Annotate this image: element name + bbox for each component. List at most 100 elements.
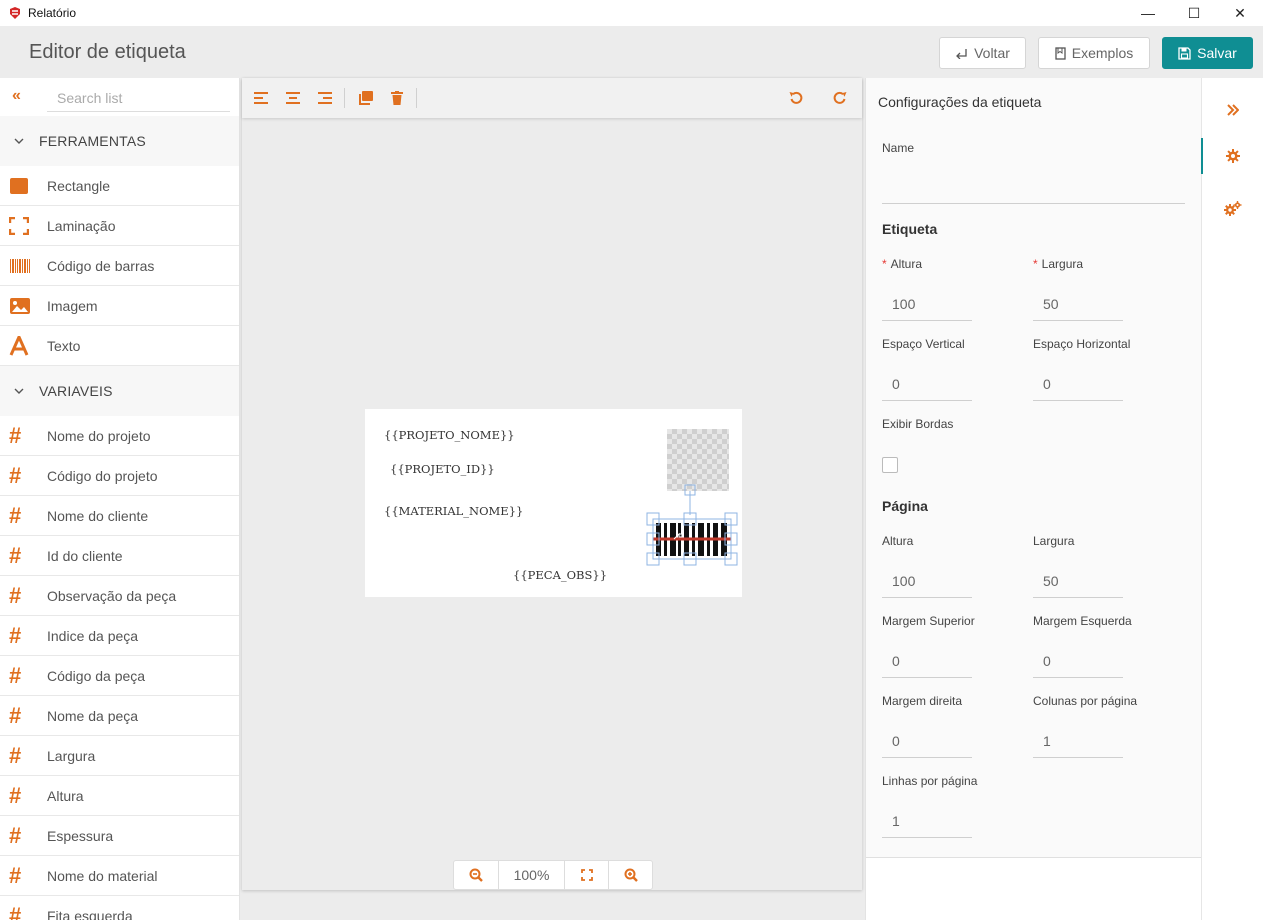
variable-label: Observação da peça: [47, 587, 177, 604]
tool-image[interactable]: Imagem: [0, 286, 239, 326]
close-window-button[interactable]: ✕: [1217, 0, 1263, 26]
search-input[interactable]: [47, 84, 230, 112]
largura-field[interactable]: 50: [1033, 287, 1123, 321]
maximize-button[interactable]: ☐: [1171, 0, 1217, 26]
collapse-sidebar-icon[interactable]: «: [12, 87, 21, 105]
hash-icon: #: [9, 902, 22, 920]
variable-label: Id do cliente: [47, 547, 123, 564]
hash-icon: #: [9, 422, 22, 448]
variable-label: Código da peça: [47, 667, 146, 684]
espaco-vertical-field[interactable]: 0: [882, 367, 972, 401]
back-label: Voltar: [974, 45, 1010, 61]
pagina-altura-field[interactable]: 100: [882, 564, 972, 598]
pagina-largura-label: Largura: [1033, 534, 1075, 548]
hash-icon: #: [9, 862, 22, 888]
settings-gear-icon[interactable]: [1202, 136, 1263, 176]
save-label: Salvar: [1197, 45, 1237, 61]
pagina-largura-field[interactable]: 50: [1033, 564, 1123, 598]
tool-barcode[interactable]: Código de barras: [0, 246, 239, 286]
tools-sidebar: « FERRAMENTAS Rectangle Laminação Código…: [0, 78, 240, 920]
largura-label: * Largura: [1033, 257, 1084, 271]
variable-item[interactable]: # Código do projeto: [0, 456, 239, 496]
variable-item[interactable]: # Largura: [0, 736, 239, 776]
variable-label: Código do projeto: [47, 467, 158, 484]
expand-panel-icon[interactable]: [1202, 90, 1263, 130]
hash-icon: #: [9, 822, 22, 848]
linhas-field[interactable]: 1: [882, 804, 972, 838]
fullscreen-icon: [580, 869, 593, 881]
exibir-bordas-checkbox[interactable]: [882, 457, 898, 473]
text-element-peca-obs[interactable]: {{PECA_OBS}}: [513, 568, 607, 582]
variable-item[interactable]: # Nome do cliente: [0, 496, 239, 536]
required-mark: *: [1033, 257, 1038, 271]
zoom-in-button[interactable]: [609, 861, 652, 889]
tool-rectangle[interactable]: Rectangle: [0, 166, 239, 206]
canvas-area: {{PROJETO_NOME}} {{PROJETO_ID}} {{MATERI…: [240, 78, 865, 920]
pagina-altura-label: Altura: [882, 534, 914, 548]
variable-label: Altura: [47, 787, 84, 804]
zoom-out-icon: [469, 868, 483, 882]
section-variaveis[interactable]: VARIAVEIS: [0, 366, 239, 416]
hash-icon: #: [9, 542, 22, 568]
variable-item[interactable]: # Nome do material: [0, 856, 239, 896]
margem-esquerda-label: Margem Esquerda: [1033, 614, 1132, 628]
image-icon: [0, 297, 47, 315]
text-element-projeto-id[interactable]: {{PROJETO_ID}}: [390, 462, 495, 476]
fit-screen-button[interactable]: [565, 861, 609, 889]
window-title: Relatório: [28, 6, 77, 20]
variable-label: Largura: [47, 747, 96, 764]
text-element-material-nome[interactable]: {{MATERIAL_NOME}}: [384, 504, 523, 518]
section-label: VARIAVEIS: [39, 383, 113, 399]
variable-item[interactable]: # Nome da peça: [0, 696, 239, 736]
minimize-button[interactable]: —: [1125, 0, 1171, 26]
duplicate-icon[interactable]: [355, 88, 375, 108]
variable-item[interactable]: # Código da peça: [0, 656, 239, 696]
espaco-horizontal-field[interactable]: 0: [1033, 367, 1123, 401]
linhas-label: Linhas por página: [882, 774, 978, 788]
align-center-icon[interactable]: [283, 88, 303, 108]
variable-item[interactable]: # Nome do projeto: [0, 416, 239, 456]
margem-direita-label: Margem direita: [882, 694, 963, 708]
section-ferramentas[interactable]: FERRAMENTAS: [0, 116, 239, 166]
text-element-projeto-nome[interactable]: {{PROJETO_NOME}}: [384, 428, 515, 442]
altura-field[interactable]: 100: [882, 287, 972, 321]
zoom-controls: 100%: [453, 860, 653, 890]
colunas-field[interactable]: 1: [1033, 724, 1123, 758]
pagina-section-title: Página: [882, 498, 928, 514]
back-button[interactable]: Voltar: [939, 37, 1026, 69]
variable-item[interactable]: # Indice da peça: [0, 616, 239, 656]
delete-icon[interactable]: [387, 88, 407, 108]
variable-item[interactable]: # Observação da peça: [0, 576, 239, 616]
label-preview[interactable]: {{PROJETO_NOME}} {{PROJETO_ID}} {{MATERI…: [365, 409, 742, 597]
zoom-out-button[interactable]: [454, 861, 499, 889]
variable-item[interactable]: # Fita esquerda: [0, 896, 239, 920]
variable-item[interactable]: # Altura: [0, 776, 239, 816]
variable-label: Nome da peça: [47, 707, 139, 724]
app-logo-icon: [10, 7, 20, 19]
tool-label: Código de barras: [47, 257, 155, 274]
examples-button[interactable]: Exemplos: [1038, 37, 1150, 69]
variable-label: Nome do material: [47, 867, 158, 884]
margem-superior-field[interactable]: 0: [882, 644, 972, 678]
variable-label: Espessura: [47, 827, 114, 844]
tool-text[interactable]: Texto: [0, 326, 239, 366]
hash-icon: #: [9, 702, 22, 728]
selected-barcode-element[interactable]: [643, 471, 739, 571]
advanced-settings-gears-icon[interactable]: [1202, 189, 1263, 229]
variable-item[interactable]: # Espessura: [0, 816, 239, 856]
margem-esquerda-field[interactable]: 0: [1033, 644, 1123, 678]
save-button[interactable]: Salvar: [1162, 37, 1253, 69]
espaco-horizontal-label: Espaço Horizontal: [1033, 337, 1131, 351]
align-left-icon[interactable]: [251, 88, 271, 108]
tool-lamination[interactable]: Laminação: [0, 206, 239, 246]
barcode-icon: [0, 257, 47, 275]
align-right-icon[interactable]: [315, 88, 335, 108]
undo-icon[interactable]: [786, 88, 806, 108]
margem-direita-field[interactable]: 0: [882, 724, 972, 758]
redo-icon[interactable]: [830, 88, 850, 108]
variable-item[interactable]: # Id do cliente: [0, 536, 239, 576]
page-title: Editor de etiqueta: [29, 41, 186, 63]
chevron-down-icon: [14, 384, 28, 398]
margem-superior-label: Margem Superior: [882, 614, 975, 628]
name-field[interactable]: [882, 170, 1185, 204]
